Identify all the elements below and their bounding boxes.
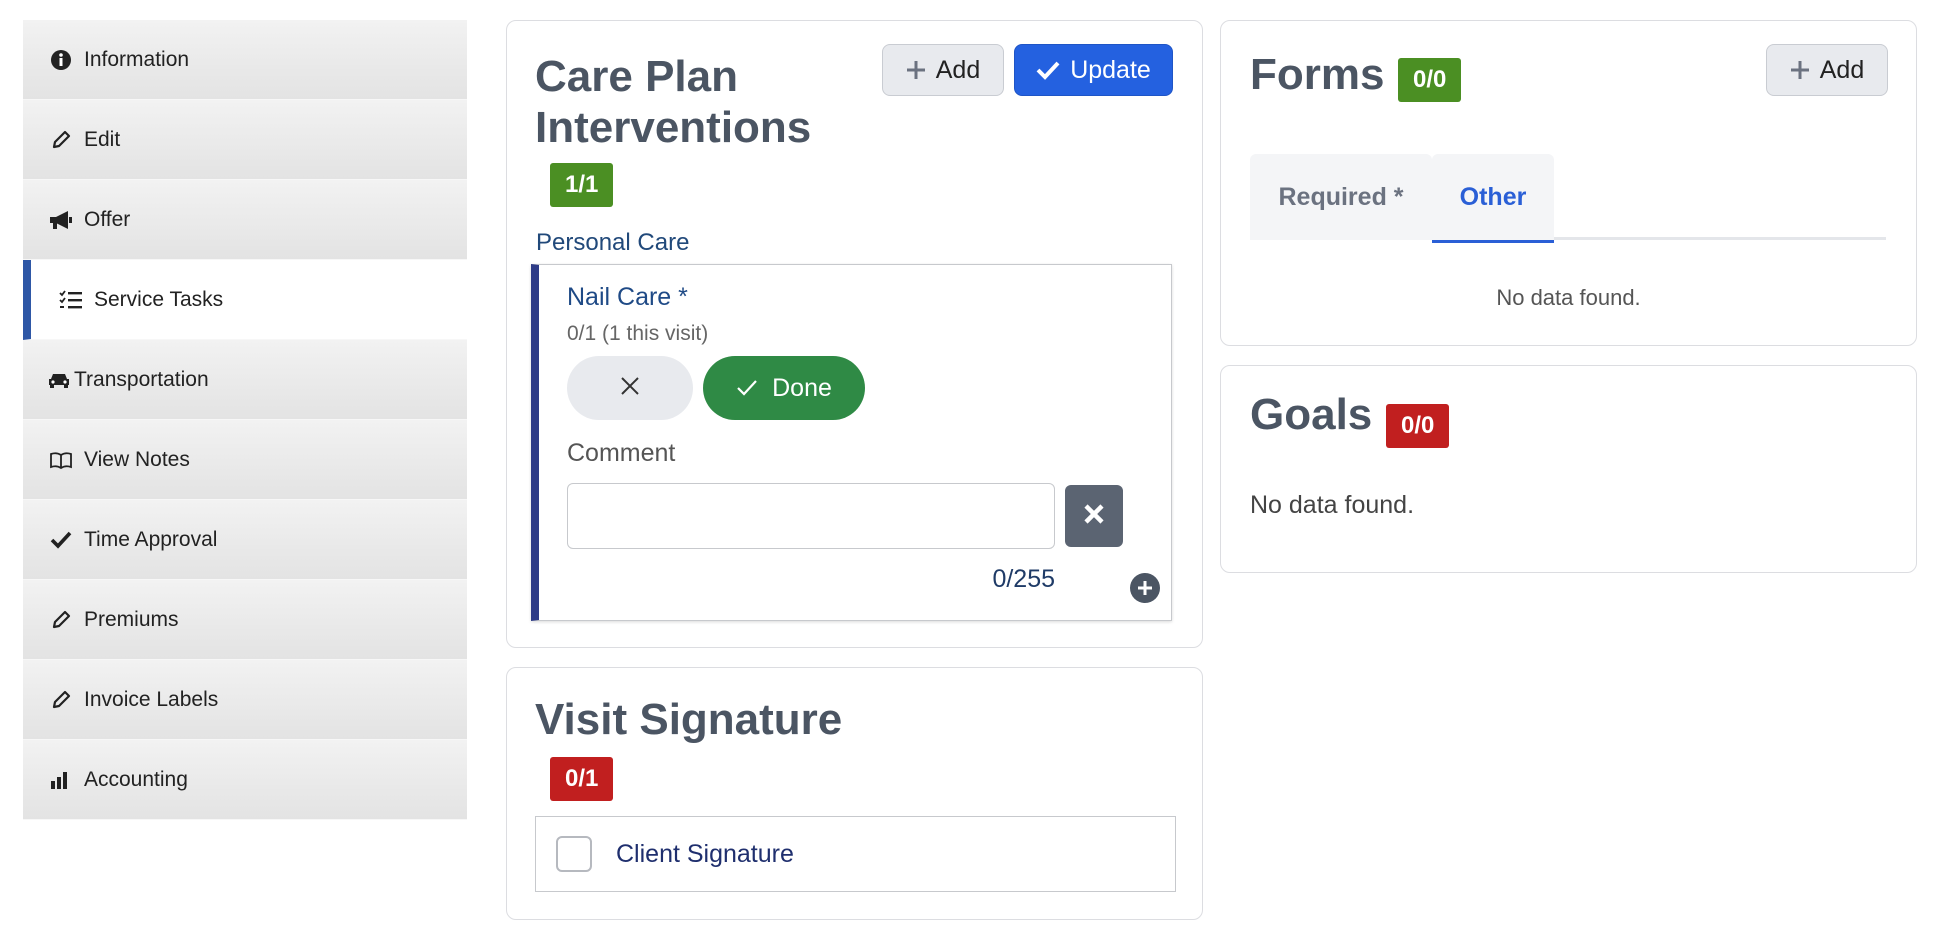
sidebar-item-edit[interactable]: Edit	[23, 100, 467, 180]
care-plan-panel: Care Plan Interventions 1/1 Add Update P…	[506, 20, 1203, 648]
task-progress: 0/1 (1 this visit)	[567, 322, 709, 345]
pencil-icon	[48, 609, 74, 631]
sidebar-item-label: Accounting	[84, 767, 188, 791]
done-button[interactable]: Done	[703, 356, 865, 420]
client-signature-row[interactable]: Client Signature	[535, 816, 1176, 892]
sidebar-item-transportation[interactable]: Transportation	[23, 340, 467, 420]
section-personal-care: Personal Care	[536, 229, 690, 256]
goals-empty-message: No data found.	[1250, 491, 1415, 519]
task-card-nail-care: Nail Care * 0/1 (1 this visit) Done Comm…	[531, 264, 1172, 621]
client-signature-checkbox[interactable]	[556, 836, 592, 872]
update-button[interactable]: Update	[1014, 44, 1173, 96]
sidebar-item-label: Premiums	[84, 607, 179, 631]
task-list-icon	[58, 289, 84, 311]
sidebar-item-offer[interactable]: Offer	[23, 180, 467, 260]
forms-add-button[interactable]: Add	[1766, 44, 1888, 96]
comment-input[interactable]	[567, 483, 1055, 549]
check-icon	[1036, 60, 1060, 80]
plus-circle-icon[interactable]	[1130, 573, 1160, 603]
not-done-button[interactable]	[567, 356, 693, 420]
info-circle-icon	[48, 49, 74, 71]
check-icon	[48, 529, 74, 551]
sidebar-item-label: Time Approval	[84, 527, 218, 551]
plus-icon	[906, 60, 926, 80]
forms-count-badge: 0/0	[1398, 58, 1462, 102]
sidebar-item-label: Information	[84, 47, 190, 71]
close-icon	[1082, 502, 1106, 531]
car-icon	[48, 369, 70, 391]
comment-char-counter: 0/255	[992, 565, 1055, 593]
sidebar-item-service-tasks[interactable]: Service Tasks	[23, 260, 467, 340]
close-icon	[619, 375, 641, 402]
forms-panel: Forms 0/0 Add Required * Other No data f…	[1220, 20, 1917, 346]
tab-other[interactable]: Other	[1432, 154, 1554, 243]
goals-title: Goals	[1250, 390, 1373, 439]
visit-signature-panel: Visit Signature 0/1 Client Signature	[506, 667, 1203, 920]
pencil-icon	[48, 689, 74, 711]
sidebar-item-view-notes[interactable]: View Notes	[23, 420, 467, 500]
sidebar-item-label: Offer	[84, 207, 131, 231]
goals-count-badge: 0/0	[1386, 404, 1450, 448]
check-icon	[736, 379, 758, 397]
sidebar-item-label: Invoice Labels	[84, 687, 219, 711]
sidebar-item-information[interactable]: Information	[23, 20, 467, 100]
sidebar-item-premiums[interactable]: Premiums	[23, 580, 467, 660]
sidebar-item-time-approval[interactable]: Time Approval	[23, 500, 467, 580]
sidebar-item-label: View Notes	[84, 447, 190, 471]
sidebar-item-invoice-labels[interactable]: Invoice Labels	[23, 660, 467, 740]
book-icon	[48, 449, 74, 471]
sidebar-item-label: Edit	[84, 127, 121, 151]
sidebar-item-label: Service Tasks	[94, 287, 224, 311]
task-title: Nail Care *	[567, 283, 688, 311]
bar-chart-icon	[48, 769, 74, 791]
sidebar-item-label: Transportation	[74, 367, 209, 391]
tab-required[interactable]: Required *	[1250, 154, 1432, 240]
comment-label: Comment	[567, 439, 676, 467]
goals-panel: Goals 0/0 No data found.	[1220, 365, 1917, 573]
plus-icon	[1790, 60, 1810, 80]
sidebar-nav: Information Edit Offer Service Tasks Tra…	[23, 20, 467, 820]
signature-count-badge: 0/1	[550, 757, 614, 801]
forms-title: Forms	[1250, 50, 1385, 99]
forms-empty-message: No data found.	[1496, 285, 1641, 310]
sidebar-item-accounting[interactable]: Accounting	[23, 740, 467, 820]
clear-comment-button[interactable]	[1065, 485, 1123, 547]
care-plan-add-button[interactable]: Add	[882, 44, 1004, 96]
forms-tabs: Required * Other	[1250, 154, 1886, 243]
pencil-icon	[48, 129, 74, 151]
care-plan-title: Care Plan Interventions	[535, 52, 812, 152]
care-plan-count-badge: 1/1	[550, 163, 614, 207]
megaphone-icon	[48, 209, 74, 231]
client-signature-label: Client Signature	[616, 839, 794, 868]
visit-signature-title: Visit Signature	[535, 695, 843, 744]
